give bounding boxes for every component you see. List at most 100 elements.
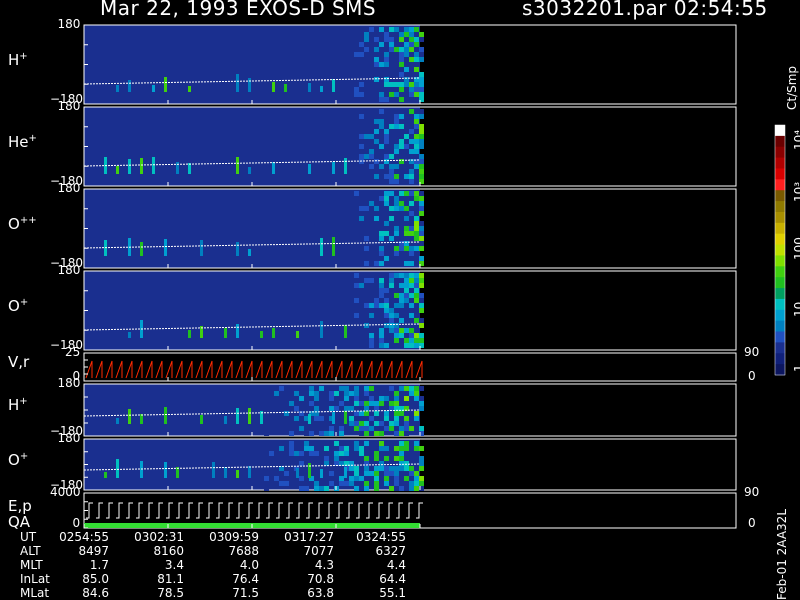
spectrogram-cell bbox=[379, 446, 384, 451]
spectrogram-cell bbox=[359, 114, 364, 119]
table-cell: 85.0 bbox=[82, 572, 109, 586]
spectrogram-cell bbox=[334, 451, 339, 456]
spectrogram-cell bbox=[359, 144, 364, 149]
spectrogram-cell bbox=[409, 92, 414, 97]
spectrogram-cell bbox=[419, 461, 424, 466]
spectrogram-cell bbox=[409, 72, 414, 77]
spectrogram-cell bbox=[354, 486, 359, 491]
spectrogram-cell bbox=[414, 37, 419, 42]
spectrogram-cell bbox=[394, 466, 399, 471]
spectrogram-cell bbox=[399, 411, 404, 416]
spectrogram-cell bbox=[404, 134, 409, 139]
spectrogram-cell bbox=[399, 293, 404, 298]
spectrogram-cell bbox=[419, 226, 424, 231]
spectrogram-cell bbox=[369, 441, 374, 446]
spectrogram-cell bbox=[419, 333, 424, 338]
spectrogram-cell bbox=[404, 57, 409, 62]
spectrogram-cell bbox=[394, 82, 399, 87]
spectrogram-cell bbox=[379, 278, 384, 283]
spectrogram-cell bbox=[409, 261, 414, 266]
spectrogram-cell bbox=[419, 196, 424, 201]
spectrogram-cell bbox=[299, 486, 304, 491]
spectrogram-cell bbox=[414, 338, 419, 343]
colorbar-tick-label: 100 bbox=[792, 237, 800, 260]
spectrogram-cell bbox=[369, 27, 374, 32]
spectrogram-cell bbox=[272, 162, 275, 174]
spectrogram-cell bbox=[399, 47, 404, 52]
spectrogram-cell bbox=[389, 486, 394, 491]
spectrogram-cell bbox=[248, 408, 251, 424]
spectrogram-cell bbox=[236, 408, 239, 424]
spectrogram-cell bbox=[404, 486, 409, 491]
spectrogram-cell bbox=[389, 169, 394, 174]
spectrogram-cell bbox=[389, 246, 394, 251]
spectrogram-cell bbox=[404, 431, 409, 436]
spectrogram-cell bbox=[389, 124, 394, 129]
spectrogram-cell bbox=[284, 411, 289, 416]
spectrogram-cell bbox=[364, 431, 369, 436]
spectrogram-cell bbox=[409, 221, 414, 226]
spectrogram-cell bbox=[399, 241, 404, 246]
spectrogram-cell bbox=[409, 278, 414, 283]
spectrogram-cell bbox=[354, 441, 359, 446]
spectrogram-cell bbox=[369, 416, 374, 421]
spectrogram-cell bbox=[409, 236, 414, 241]
spectrogram-cell bbox=[329, 406, 334, 411]
spectrogram-cell bbox=[329, 471, 334, 476]
spectrogram-cell bbox=[309, 386, 314, 391]
spectrogram-cell bbox=[399, 109, 404, 114]
spectrogram-cell bbox=[389, 461, 394, 466]
spectrogram-cell bbox=[384, 288, 389, 293]
spectrogram-cell bbox=[359, 52, 364, 57]
spectrogram-cell bbox=[394, 308, 399, 313]
spectrogram-cell bbox=[399, 273, 404, 278]
spectrogram-cell bbox=[248, 249, 251, 256]
spectrogram-cell bbox=[364, 37, 369, 42]
spectrogram-cell bbox=[389, 27, 394, 32]
table-cell: 7688 bbox=[228, 544, 259, 558]
spectrogram-cell bbox=[329, 391, 334, 396]
spectrogram-cell bbox=[294, 386, 299, 391]
spectrogram-cell bbox=[309, 431, 314, 436]
spectrogram-cell bbox=[419, 308, 424, 313]
panel-label: O+ bbox=[8, 450, 29, 469]
spectrogram-cell bbox=[404, 333, 409, 338]
spectrogram-cell bbox=[296, 468, 299, 478]
spectrogram-cell bbox=[272, 328, 275, 338]
spectrogram-cell bbox=[389, 456, 394, 461]
spectrogram-cell bbox=[399, 52, 404, 57]
spectrogram-cell bbox=[409, 87, 414, 92]
spectrogram-cell bbox=[384, 119, 389, 124]
spectrogram-cell bbox=[324, 431, 329, 436]
spectrogram-cell bbox=[404, 343, 409, 348]
spectrogram-cell bbox=[359, 486, 364, 491]
spectrogram-cell bbox=[384, 57, 389, 62]
spectrogram-cell bbox=[379, 303, 384, 308]
spectrogram-cell bbox=[414, 278, 419, 283]
spectrogram-cell bbox=[409, 169, 414, 174]
spectrogram-cell bbox=[394, 401, 399, 406]
spectrogram-cell bbox=[399, 451, 404, 456]
spectrogram-cell bbox=[419, 298, 424, 303]
spectrogram-cell bbox=[404, 441, 409, 446]
spectrogram-cell bbox=[364, 236, 369, 241]
spectrogram-cell bbox=[409, 391, 414, 396]
spectrogram-cell bbox=[308, 463, 311, 478]
spectrogram-cell bbox=[264, 431, 269, 436]
spectrogram-cell bbox=[394, 256, 399, 261]
table-cell: 81.1 bbox=[157, 572, 184, 586]
spectrogram-cell bbox=[399, 318, 404, 323]
spectrogram-cell bbox=[394, 114, 399, 119]
spectrogram-cell bbox=[394, 391, 399, 396]
spectrogram-cell bbox=[359, 27, 364, 32]
spectrogram-cell bbox=[379, 426, 384, 431]
spectrogram-cell bbox=[419, 241, 424, 246]
spectrogram-cell bbox=[128, 332, 131, 338]
spectrogram-cell bbox=[374, 431, 379, 436]
spectrogram-cell bbox=[404, 386, 409, 391]
spectrogram-cell bbox=[384, 256, 389, 261]
spectrogram-cell bbox=[369, 343, 374, 348]
spectrogram-cell bbox=[354, 386, 359, 391]
spectrogram-cell bbox=[414, 134, 419, 139]
spectrogram-cell bbox=[140, 242, 143, 256]
